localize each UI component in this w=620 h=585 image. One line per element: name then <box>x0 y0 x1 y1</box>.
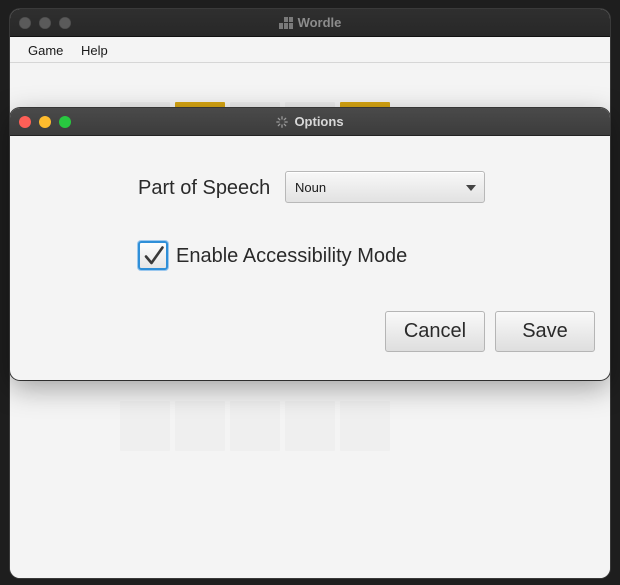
board-tile <box>340 401 390 451</box>
menu-help[interactable]: Help <box>81 43 108 58</box>
board-tile <box>175 401 225 451</box>
dialog-title: Options <box>10 114 610 129</box>
accessibility-mode-checkbox[interactable] <box>138 241 168 270</box>
dialog-titlebar[interactable]: Options <box>10 108 610 136</box>
accessibility-mode-label[interactable]: Enable Accessibility Mode <box>176 245 407 268</box>
menubar: Game Help <box>10 37 610 63</box>
menu-game[interactable]: Game <box>28 43 63 58</box>
main-titlebar[interactable]: Wordle <box>10 9 610 37</box>
part-of-speech-value: Noun <box>295 180 327 195</box>
part-of-speech-select[interactable]: Noun <box>285 171 485 203</box>
main-window-title-text: Wordle <box>297 15 342 30</box>
board-tile <box>120 401 170 451</box>
cancel-button[interactable]: Cancel <box>385 311 485 352</box>
chevron-down-icon <box>466 185 476 191</box>
main-window-title: Wordle <box>10 15 610 30</box>
checkmark-icon <box>144 246 164 265</box>
dialog-title-text: Options <box>294 114 344 129</box>
board-tile <box>285 401 335 451</box>
options-dialog: Options Part of Speech Noun Enable Acces… <box>10 108 610 380</box>
board-tile <box>230 401 280 451</box>
grid-icon <box>278 17 293 29</box>
spinner-icon <box>276 116 289 128</box>
save-button[interactable]: Save <box>495 311 595 352</box>
part-of-speech-label: Part of Speech <box>138 177 271 199</box>
